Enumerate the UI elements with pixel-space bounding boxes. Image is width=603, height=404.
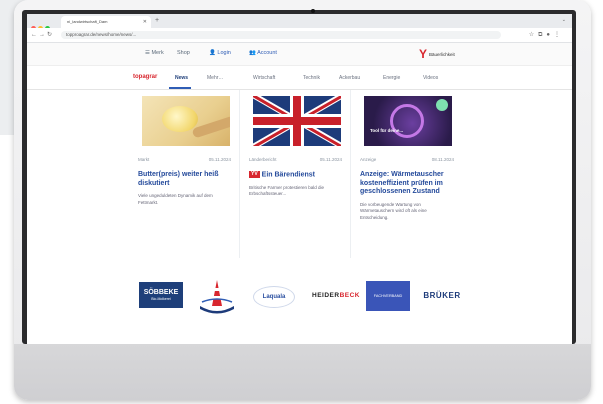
butter-curl	[162, 106, 198, 132]
brand-logo[interactable]: Y Bäuerlichkeit	[419, 48, 455, 60]
logo-sobbeke[interactable]: SÖBBEKE Bio-Molkerei	[139, 282, 183, 308]
nav-item-ackerbau[interactable]: Ackerbau	[339, 75, 360, 81]
article-card[interactable]: Länderbericht 05.11.2024 YV Ein Bärendien…	[243, 90, 351, 258]
logo-sobbeke-subtext: Bio-Molkerei	[151, 296, 171, 301]
active-nav-indicator	[169, 87, 191, 89]
new-tab-icon[interactable]: +	[155, 16, 159, 26]
article-image-uk-flag[interactable]	[253, 96, 341, 146]
article-card[interactable]: Tool für deine... Anzeige 08.11.2024 Anz…	[354, 90, 462, 258]
browser-tab[interactable]: ni_landwirtschaft_Dam ✕	[61, 16, 151, 28]
article-title[interactable]: YV Ein Bärendienst	[249, 171, 344, 180]
site-navigation: topagrar News Mehr… Wirtschaft Technik A…	[27, 67, 572, 90]
logo-heiderbeck[interactable]: HEIDER BECK	[303, 289, 369, 301]
lighthouse-icon	[200, 280, 234, 314]
site-logo-text: topagrar	[133, 74, 158, 80]
article-image-butter[interactable]	[142, 96, 230, 146]
tab-title: ni_landwirtschaft_Dam	[67, 19, 108, 24]
article-category: Länderbericht	[249, 157, 277, 162]
logo-ammerlaender[interactable]	[196, 276, 238, 316]
monitor-chin	[14, 344, 591, 400]
nav-item-news[interactable]: News	[175, 75, 188, 81]
partner-logos: SÖBBEKE Bio-Molkerei Laquala HEIDER BECK …	[133, 276, 473, 316]
menu-icon[interactable]: ⋮	[554, 32, 564, 38]
url-field[interactable]: topproagrar.de/news/home/news/...	[61, 31, 501, 39]
article-meta: Länderbericht 05.11.2024	[249, 157, 344, 167]
screen: ni_landwirtschaft_Dam ✕ + ⌄ ←→↻ topproag…	[27, 14, 572, 344]
back-icon[interactable]: ←	[31, 32, 39, 38]
reload-icon[interactable]: ↻	[47, 32, 54, 38]
browser-toolbar-icons: ☆⧉●⋮	[529, 31, 564, 39]
account-link[interactable]: 👥 Account	[249, 50, 277, 56]
uk-flag-image	[253, 96, 341, 146]
article-teaser: Viele ungeduldeten Dynamik auf dem Fettm…	[138, 193, 213, 205]
site-top-strip: ☰ Merk Shop 👤 Login 👥 Account Y Bäuerlic…	[27, 43, 572, 66]
nav-item-technik[interactable]: Technik	[303, 75, 320, 81]
article-date: 05.11.2024	[208, 157, 231, 162]
article-title-text: Ein Bärendienst	[261, 171, 315, 179]
article-teaser: Die vorbeugende Wartung von Wärmetausche…	[360, 201, 427, 220]
logo-heider-text: HEIDER	[312, 291, 340, 299]
camera-icon	[311, 9, 315, 13]
top-link-label: Merk	[151, 50, 164, 56]
logo-fachverband[interactable]: FACHVERBAND	[366, 281, 410, 311]
premium-badge: YV	[249, 171, 260, 178]
logo-beck-text: BECK	[339, 291, 360, 299]
top-link-label: Login	[217, 50, 231, 56]
logo-sobbeke-text: SÖBBEKE	[143, 288, 179, 296]
logo-fachverband-text: FACHVERBAND	[373, 293, 403, 298]
tab-close-icon[interactable]: ✕	[143, 16, 147, 28]
nav-item-wirtschaft[interactable]: Wirtschaft	[253, 75, 275, 81]
top-link-label: Account	[257, 50, 277, 56]
window-menu-icon[interactable]: ⌄	[562, 17, 566, 23]
top-link-merk[interactable]: ☰ Merk	[145, 50, 164, 56]
browser-tab-bar: ni_landwirtschaft_Dam ✕ + ⌄	[27, 14, 572, 31]
ad-image-caption: Tool für deine...	[370, 128, 404, 133]
top-link-shop[interactable]: Shop	[177, 50, 190, 56]
ad-badge-icon	[436, 99, 448, 111]
article-category: Anzeige	[360, 157, 377, 162]
article-title[interactable]: Anzeige: Wärmetauscher kosteneffizient p…	[360, 171, 456, 197]
article-date: 05.11.2024	[319, 157, 342, 162]
address-bar-row: ←→↻ topproagrar.de/news/home/news/... ☆⧉…	[27, 28, 572, 43]
nav-item-more[interactable]: Mehr…	[207, 75, 223, 81]
nav-item-videos[interactable]: Videos	[423, 75, 438, 81]
article-card[interactable]: Markt 05.11.2024 Butter(preis) weiter he…	[132, 90, 240, 258]
nav-buttons: ←→↻	[31, 31, 54, 38]
article-category: Markt	[138, 157, 150, 162]
login-link[interactable]: 👤 Login	[209, 50, 231, 56]
logo-laquala[interactable]: Laquala	[253, 286, 295, 308]
article-title[interactable]: Butter(preis) weiter heiß diskutiert	[138, 171, 233, 188]
forward-icon[interactable]: →	[39, 32, 47, 38]
article-date: 08.11.2024	[431, 157, 454, 162]
article-cards: Markt 05.11.2024 Butter(preis) weiter he…	[132, 90, 463, 258]
article-image-ad[interactable]: Tool für deine...	[364, 96, 452, 146]
article-teaser: Britische Farmer protestieren bald die E…	[249, 184, 325, 197]
bookmark-icon[interactable]: ☆	[529, 32, 538, 38]
nav-item-energie[interactable]: Energie	[383, 75, 400, 81]
top-link-label: Shop	[177, 50, 190, 56]
profile-icon[interactable]: ●	[546, 32, 554, 38]
brand-text: Bäuerlichkeit	[429, 51, 455, 57]
logo-bruker[interactable]: BRÜKER	[418, 286, 466, 304]
article-meta: Anzeige 08.11.2024	[360, 157, 456, 167]
site-logo[interactable]: topagrar	[133, 74, 157, 80]
brand-mark-icon: Y	[419, 47, 428, 61]
article-meta: Markt 05.11.2024	[138, 157, 233, 167]
